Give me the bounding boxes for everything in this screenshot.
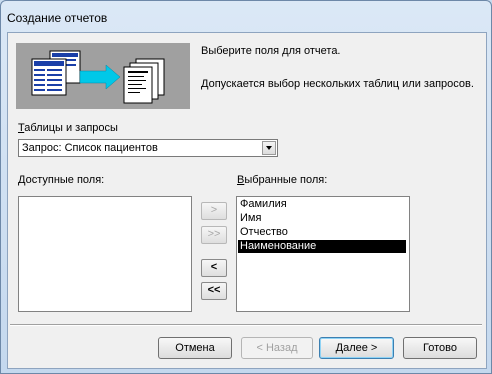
window-title: Создание отчетов [7, 11, 108, 25]
source-select[interactable]: Запрос: Список пациентов [18, 139, 278, 157]
add-all-fields-button[interactable]: >> [201, 226, 227, 244]
list-item[interactable]: Фамилия [238, 198, 406, 211]
report-wizard-window: Создание отчетов Выберите поля для отчет… [0, 0, 492, 374]
next-button[interactable]: Далее > [319, 337, 394, 359]
tables-queries-label: Таблицы и запросы [18, 122, 118, 134]
remove-all-fields-button[interactable]: << [201, 282, 227, 300]
list-item[interactable]: Имя [238, 212, 406, 225]
add-field-button[interactable]: > [201, 202, 227, 220]
list-item[interactable]: Отчество [238, 226, 406, 239]
tables-to-report-icon [31, 50, 165, 104]
footer-separator [10, 324, 482, 326]
info-line-1: Выберите поля для отчета. [201, 45, 341, 57]
back-button[interactable]: < Назад [241, 337, 313, 359]
finish-button[interactable]: Готово [403, 337, 477, 359]
available-fields-label: Доступные поля: [18, 174, 105, 186]
available-fields-list[interactable] [18, 196, 192, 312]
remove-field-button[interactable]: < [201, 259, 227, 277]
title-bar[interactable]: Создание отчетов [1, 1, 491, 31]
source-select-value: Запрос: Список пациентов [22, 142, 158, 154]
selected-fields-label: Выбранные поля: [237, 174, 328, 186]
selected-fields-list[interactable]: Фамилия Имя Отчество Наименование [236, 196, 410, 312]
wizard-illustration [16, 43, 190, 109]
dropdown-button[interactable] [262, 141, 276, 155]
chevron-down-icon [266, 146, 272, 150]
cancel-button[interactable]: Отмена [158, 337, 232, 359]
wizard-body: Выберите поля для отчета. Допускается вы… [7, 32, 487, 369]
info-line-2: Допускается выбор нескольких таблиц или … [201, 78, 474, 90]
list-item-selected[interactable]: Наименование [238, 240, 406, 253]
